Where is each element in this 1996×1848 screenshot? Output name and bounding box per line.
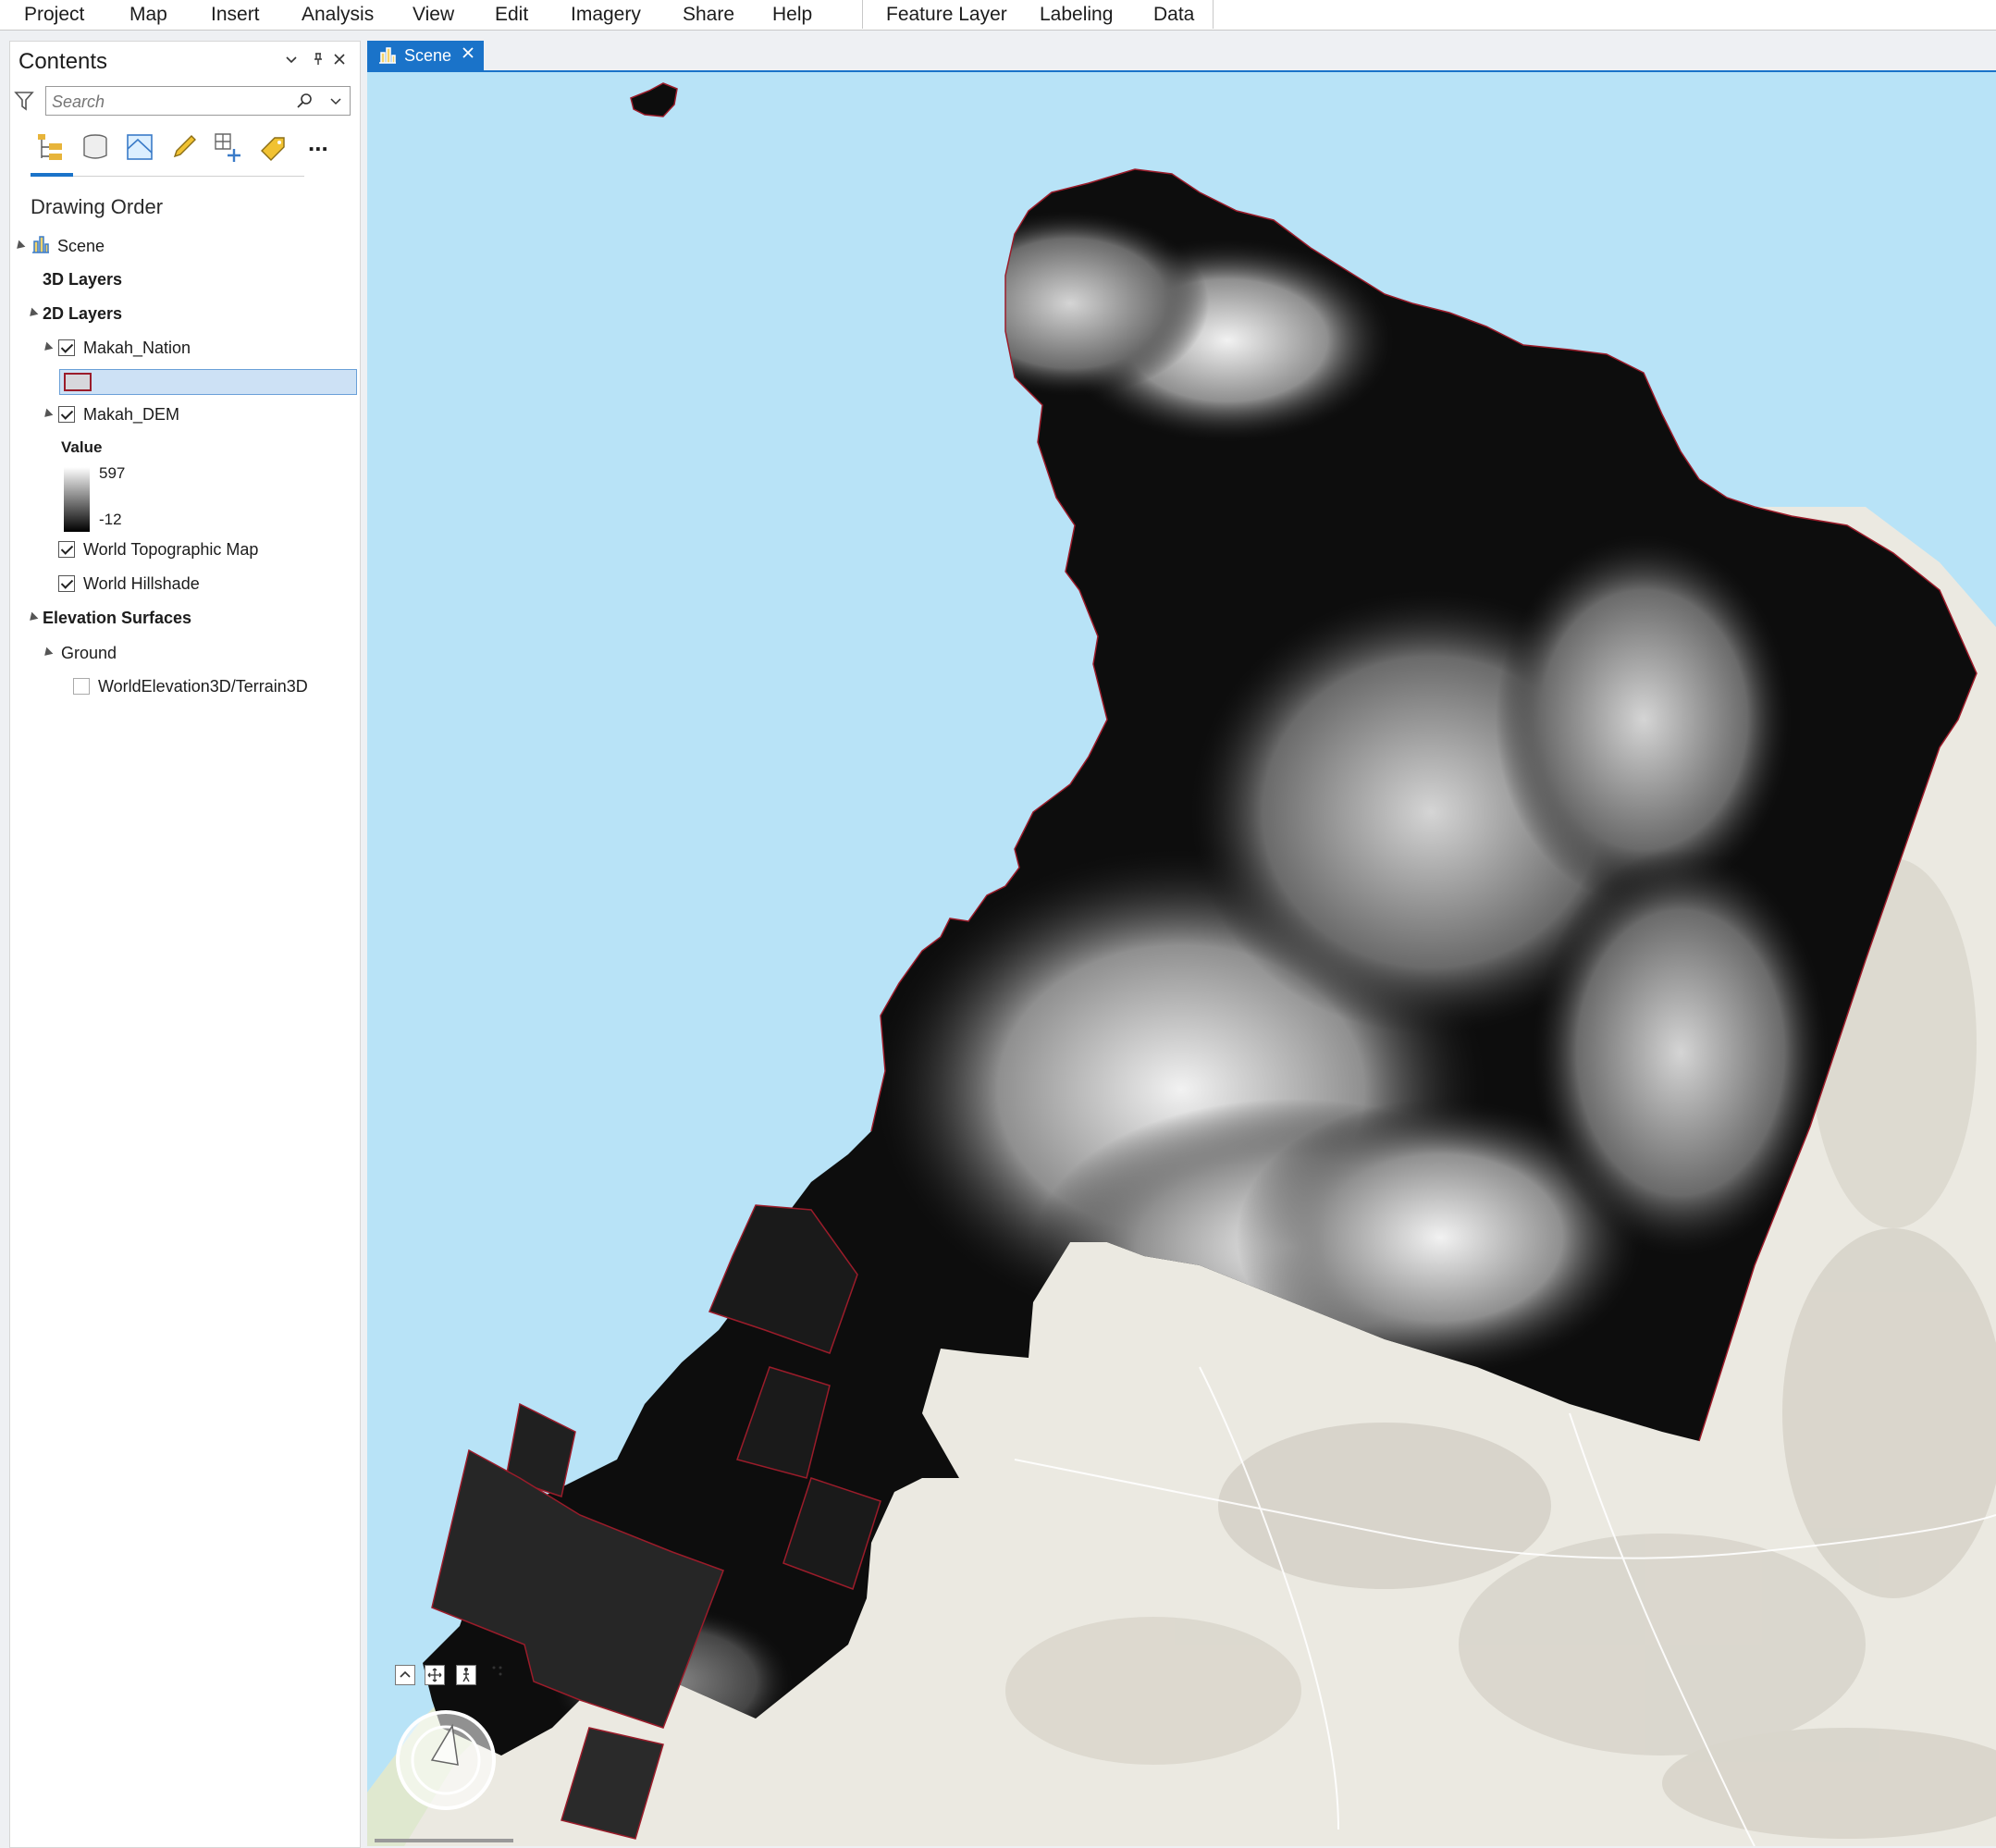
checkbox-makah-nation[interactable]: [58, 339, 75, 356]
expander-makah-nation-icon[interactable]: [41, 341, 54, 354]
pane-title: Contents: [18, 49, 108, 74]
legend-low-value: -12: [99, 511, 122, 528]
tree-makah-dem[interactable]: Makah_DEM: [83, 405, 179, 425]
checkbox-world-topo[interactable]: [58, 541, 75, 558]
navigator-compass-icon[interactable]: [395, 1709, 497, 1816]
search-box: [45, 86, 351, 116]
expander-ground-icon[interactable]: [41, 647, 54, 659]
data-source-icon[interactable]: [79, 130, 112, 164]
chevron-down-icon[interactable]: [329, 94, 342, 112]
menu-insert[interactable]: Insert: [211, 0, 260, 30]
tree-2d-layers[interactable]: 2D Layers: [43, 304, 122, 324]
menu-map[interactable]: Map: [129, 0, 167, 30]
search-input[interactable]: [50, 89, 285, 115]
menu-feature-layer[interactable]: Feature Layer: [886, 0, 1007, 30]
drawing-order-icon[interactable]: [34, 130, 68, 164]
labeling-icon[interactable]: [256, 130, 290, 164]
menu-project[interactable]: Project: [24, 0, 84, 30]
menu-imagery[interactable]: Imagery: [571, 0, 641, 30]
snapping-icon[interactable]: [212, 130, 245, 164]
menu-help[interactable]: Help: [772, 0, 812, 30]
menu-view[interactable]: View: [413, 0, 454, 30]
menu-labeling[interactable]: Labeling: [1040, 0, 1113, 30]
tree-scene[interactable]: Scene: [57, 237, 105, 256]
expander-makah-dem-icon[interactable]: [41, 408, 54, 421]
checkbox-world-hillshade[interactable]: [58, 575, 75, 592]
editing-icon[interactable]: [167, 130, 201, 164]
menu-edit[interactable]: Edit: [495, 0, 528, 30]
contextual-tab-group: Feature Layer Labeling Data: [862, 0, 1214, 29]
pin-icon[interactable]: [311, 51, 326, 72]
selection-icon[interactable]: [123, 130, 156, 164]
tree-world-topo[interactable]: World Topographic Map: [83, 540, 258, 560]
menu-analysis[interactable]: Analysis: [302, 0, 374, 30]
search-icon[interactable]: [296, 92, 314, 115]
collapse-nav-button[interactable]: [395, 1665, 415, 1685]
map-view[interactable]: [367, 72, 1996, 1846]
pan-mode-button[interactable]: [425, 1665, 445, 1685]
more-icon[interactable]: ...: [308, 129, 341, 162]
legend-high-value: 597: [99, 464, 126, 482]
tree-world-elevation[interactable]: WorldElevation3D/Terrain3D: [98, 677, 308, 696]
ribbon-menu-bar: Project Map Insert Analysis View Edit Im…: [0, 0, 1996, 31]
legend-label: Value: [61, 438, 103, 456]
checkbox-makah-dem[interactable]: [58, 406, 75, 423]
scene-icon: [377, 46, 398, 69]
tree-makah-nation[interactable]: Makah_Nation: [83, 339, 191, 358]
expander-elevation-icon[interactable]: [26, 611, 39, 624]
section-title: Drawing Order: [31, 195, 164, 218]
legend-color-ramp[interactable]: [64, 467, 90, 532]
expander-2d-layers-icon[interactable]: [26, 307, 39, 320]
tab-scene-label: Scene: [404, 46, 452, 65]
view-status-strip: [375, 1839, 513, 1842]
polygon-symbol-swatch[interactable]: [64, 373, 92, 391]
tree-3d-layers[interactable]: 3D Layers: [43, 270, 122, 290]
scene-icon: [31, 234, 51, 259]
walk-mode-button[interactable]: [456, 1665, 476, 1685]
tree-elevation-surfaces[interactable]: Elevation Surfaces: [43, 609, 191, 628]
active-tool-indicator: [31, 173, 73, 177]
scene-map[interactable]: [367, 72, 1996, 1846]
menu-share[interactable]: Share: [683, 0, 734, 30]
tree-ground[interactable]: Ground: [61, 644, 117, 663]
tree-world-hillshade[interactable]: World Hillshade: [83, 574, 200, 594]
checkbox-world-elevation[interactable]: [73, 678, 90, 695]
filter-icon[interactable]: [14, 90, 34, 117]
layer-symbol-row[interactable]: [59, 369, 357, 395]
chevron-down-icon[interactable]: [284, 51, 299, 72]
menu-data[interactable]: Data: [1153, 0, 1194, 30]
expand-nav-icon[interactable]: [491, 1665, 504, 1682]
close-icon[interactable]: [332, 51, 347, 72]
close-icon[interactable]: [460, 44, 476, 67]
tab-scene[interactable]: Scene: [367, 41, 484, 70]
expander-scene-icon[interactable]: [13, 240, 26, 253]
contents-pane: Contents ... Drawing Order: [9, 41, 361, 1848]
